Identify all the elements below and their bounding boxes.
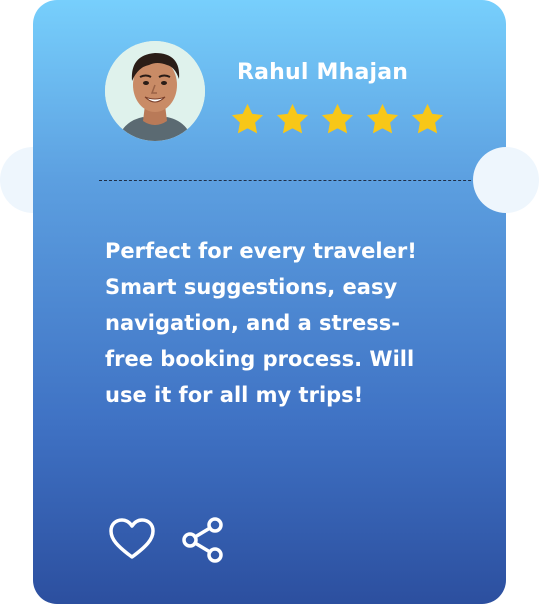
star-icon [411, 103, 444, 134]
testimonial-card: Rahul Mhajan Perfect for every traveler!… [33, 0, 506, 604]
reviewer-name: Rahul Mhajan [237, 60, 409, 85]
ticket-notch-right [473, 147, 539, 213]
star-rating [231, 103, 444, 136]
share-icon[interactable] [179, 515, 229, 565]
dashed-divider [99, 180, 506, 181]
testimonial-quote: Perfect for every traveler! Smart sugges… [105, 239, 417, 407]
avatar [105, 41, 205, 141]
user-photo [105, 41, 205, 141]
star-icon [276, 103, 309, 134]
star-icon [231, 103, 264, 134]
star-icon [366, 103, 399, 134]
star-icon [321, 103, 354, 134]
heart-icon[interactable] [107, 515, 157, 565]
